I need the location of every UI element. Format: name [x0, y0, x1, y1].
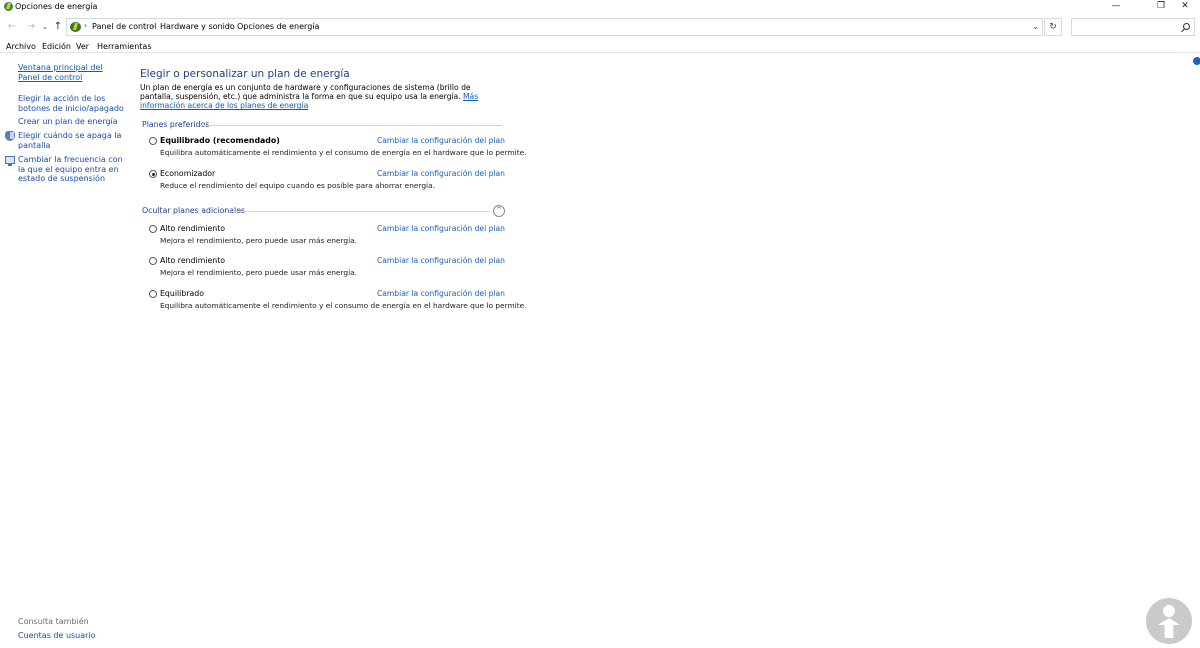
- breadcrumb-opciones-de-energia[interactable]: Opciones de energía: [237, 22, 319, 32]
- plan-radio[interactable]: [149, 137, 157, 145]
- plan-description: Mejora el rendimiento, pero puede usar m…: [160, 268, 358, 277]
- sidebar-link-sleep[interactable]: Cambiar la frecuencia con la que el equi…: [18, 155, 124, 184]
- plan-radio[interactable]: [149, 170, 157, 178]
- plan-equilibrado: Equilibrado Cambiar la configuración del…: [149, 289, 527, 315]
- sidebar-link-display-off[interactable]: Elegir cuándo se apaga la pantalla: [18, 131, 124, 150]
- plan-radio[interactable]: [149, 290, 157, 298]
- help-icon[interactable]: [1193, 57, 1200, 65]
- section-divider: [200, 125, 502, 126]
- plan-alto-rendimiento: Alto rendimiento Cambiar la configuració…: [149, 224, 505, 250]
- sidebar-link-power-buttons[interactable]: Elegir la acción de los botones de inici…: [18, 94, 124, 113]
- search-input[interactable]: [1076, 21, 1176, 33]
- plan-description: Equilibra automáticamente el rendimiento…: [160, 148, 527, 157]
- window-title: Opciones de energía: [15, 2, 98, 11]
- collapse-chevron-icon[interactable]: ^: [493, 205, 505, 217]
- power-options-icon: [4, 2, 13, 11]
- change-plan-settings-link[interactable]: Cambiar la configuración del plan: [377, 256, 505, 266]
- breadcrumb-separator[interactable]: ›: [229, 21, 232, 31]
- plan-radio[interactable]: [149, 225, 157, 233]
- plan-name[interactable]: Equilibrado: [160, 289, 204, 299]
- additional-plans-heading[interactable]: Ocultar planes adicionales: [142, 206, 245, 216]
- see-also-label: Consulta también: [18, 617, 89, 626]
- monitor-icon: [5, 156, 15, 166]
- sidebar-link-control-panel-home[interactable]: Ventana principal del Panel de control: [18, 63, 124, 82]
- breadcrumb-panel-de-control[interactable]: Panel de control: [92, 22, 156, 32]
- section-divider: [232, 211, 490, 212]
- sidebar-link-create-plan[interactable]: Crear un plan de energía: [18, 117, 124, 127]
- breadcrumb-separator[interactable]: ›: [84, 21, 87, 31]
- shield-icon: [5, 131, 15, 141]
- up-button[interactable]: ↑: [51, 20, 65, 34]
- menu-edicion[interactable]: Edición: [42, 42, 71, 52]
- plan-equilibrado-recomendado: Equilibrado (recomendado) Cambiar la con…: [149, 136, 527, 162]
- power-options-icon: [70, 22, 81, 32]
- minimize-button[interactable]: —: [1101, 0, 1131, 14]
- plan-alto-rendimiento: Alto rendimiento Cambiar la configuració…: [149, 256, 505, 282]
- refresh-button[interactable]: ↻: [1044, 18, 1062, 36]
- search-box[interactable]: [1071, 18, 1195, 36]
- close-button[interactable]: ✕: [1170, 0, 1200, 14]
- change-plan-settings-link[interactable]: Cambiar la configuración del plan: [377, 136, 505, 146]
- address-dropdown-icon[interactable]: ⌄: [1032, 22, 1039, 32]
- forward-button[interactable]: →: [24, 20, 38, 34]
- sidebar: Ventana principal del Panel de control E…: [0, 54, 128, 648]
- plan-economizador: Economizador Cambiar la configuración de…: [149, 169, 505, 195]
- intro-description: Un plan de energía es un conjunto de har…: [140, 83, 471, 102]
- breadcrumb-separator[interactable]: ›: [151, 21, 154, 31]
- change-plan-settings-link[interactable]: Cambiar la configuración del plan: [377, 224, 505, 234]
- plan-name[interactable]: Alto rendimiento: [160, 224, 225, 234]
- search-icon[interactable]: [1183, 23, 1190, 30]
- plan-name[interactable]: Alto rendimiento: [160, 256, 225, 266]
- intro-text: Un plan de energía es un conjunto de har…: [140, 83, 502, 111]
- address-bar[interactable]: › Panel de control › Hardware y sonido ›…: [66, 18, 1043, 36]
- change-plan-settings-link[interactable]: Cambiar la configuración del plan: [377, 169, 505, 179]
- menu-archivo[interactable]: Archivo: [6, 42, 36, 52]
- title-bar: Opciones de energía — ❐ ✕: [0, 0, 1200, 14]
- watermark-logo: [1146, 598, 1192, 644]
- menu-ver[interactable]: Ver: [76, 42, 89, 52]
- plan-name[interactable]: Economizador: [160, 169, 215, 179]
- sidebar-link-user-accounts[interactable]: Cuentas de usuario: [18, 631, 124, 641]
- page-title: Elegir o personalizar un plan de energía: [140, 68, 350, 80]
- breadcrumb-hardware-y-sonido[interactable]: Hardware y sonido: [160, 22, 235, 32]
- change-plan-settings-link[interactable]: Cambiar la configuración del plan: [377, 289, 505, 299]
- recent-locations-button[interactable]: ⌄: [38, 20, 52, 34]
- menu-herramientas[interactable]: Herramientas: [97, 42, 152, 52]
- navigation-bar: ← → ⌄ ↑ › Panel de control › Hardware y …: [0, 15, 1200, 39]
- plan-description: Reduce el rendimiento del equipo cuando …: [160, 181, 435, 190]
- back-button[interactable]: ←: [5, 20, 19, 34]
- plan-name[interactable]: Equilibrado (recomendado): [160, 136, 280, 146]
- menu-bar: Archivo Edición Ver Herramientas: [0, 40, 1200, 53]
- plan-radio[interactable]: [149, 257, 157, 265]
- plan-description: Equilibra automáticamente el rendimiento…: [160, 301, 527, 310]
- plan-description: Mejora el rendimiento, pero puede usar m…: [160, 236, 358, 245]
